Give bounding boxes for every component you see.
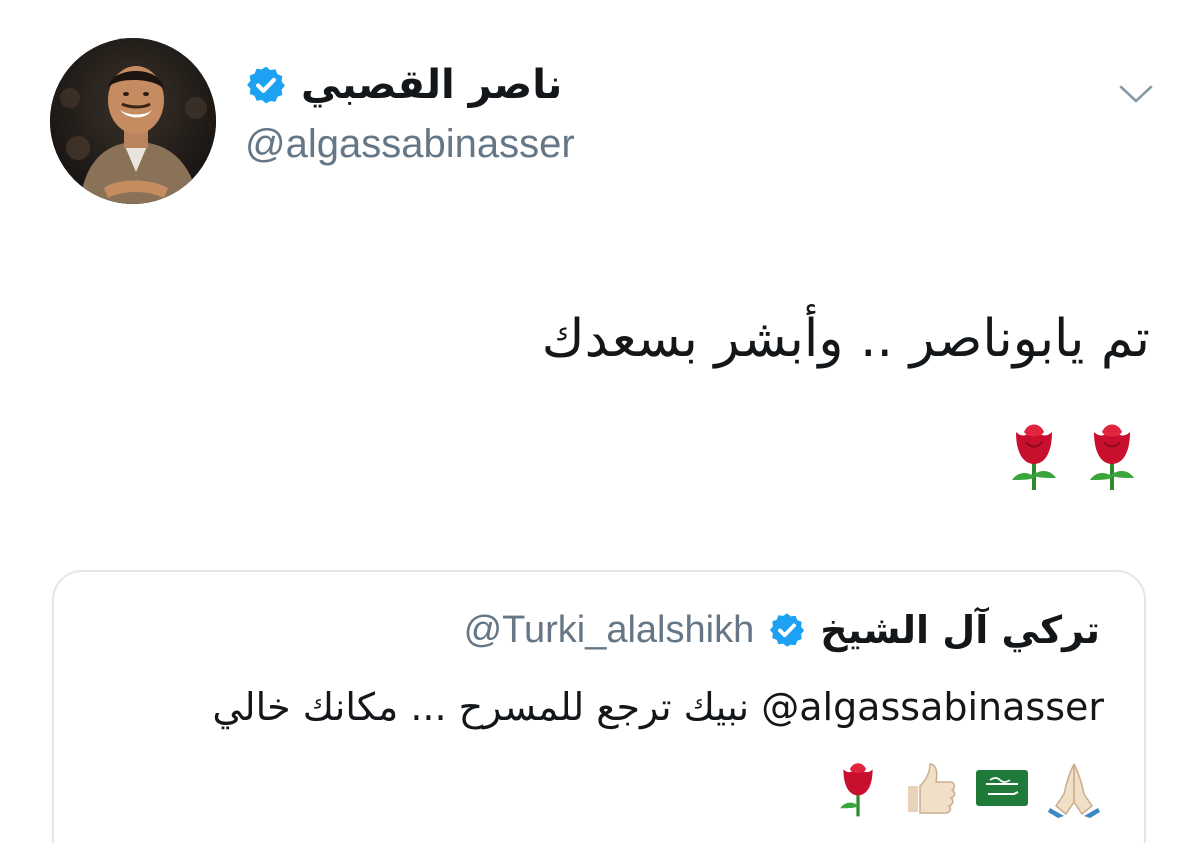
verified-badge-icon — [770, 613, 805, 647]
quoted-tweet-body: نبيك ترجع للمسرح ... مكانك خالي — [212, 685, 762, 729]
tweet-card: ناصر القصبي @algassabinasser تم يابوناصر… — [0, 0, 1200, 843]
verified-badge-icon — [247, 66, 285, 104]
author-name-row[interactable]: ناصر القصبي — [245, 64, 562, 106]
author-display-name: ناصر القصبي — [301, 62, 563, 108]
tweet-emojis — [1002, 418, 1144, 492]
avatar[interactable] — [50, 38, 216, 204]
profile-photo — [50, 38, 216, 204]
folded-hands-icon — [1048, 763, 1100, 818]
rose-icon — [1090, 424, 1134, 490]
quoted-author-handle[interactable]: @Turki_alalshikh — [464, 609, 755, 652]
saudi-flag-icon — [976, 770, 1028, 806]
rose-icon — [840, 763, 873, 817]
quoted-author-name[interactable]: تركي آل الشيخ — [820, 608, 1100, 652]
tweet-text: تم يابوناصر .. وأبشر بسعدك — [541, 309, 1150, 369]
thumbs-up-icon — [908, 763, 956, 814]
rose-icon — [1012, 424, 1056, 490]
quoted-tweet-text: @algassabinasser نبيك ترجع للمسرح ... مك… — [104, 682, 1104, 732]
quoted-tweet[interactable]: @Turki_alalshikh تركي آل الشيخ @algassab… — [52, 570, 1146, 843]
quoted-tweet-emojis — [828, 758, 1104, 818]
author-handle[interactable]: @algassabinasser — [245, 122, 575, 166]
quoted-tweet-header: @Turki_alalshikh تركي آل الشيخ — [464, 608, 1100, 652]
mention-link[interactable]: @algassabinasser — [761, 685, 1104, 729]
chevron-down-icon[interactable] — [1118, 82, 1154, 106]
